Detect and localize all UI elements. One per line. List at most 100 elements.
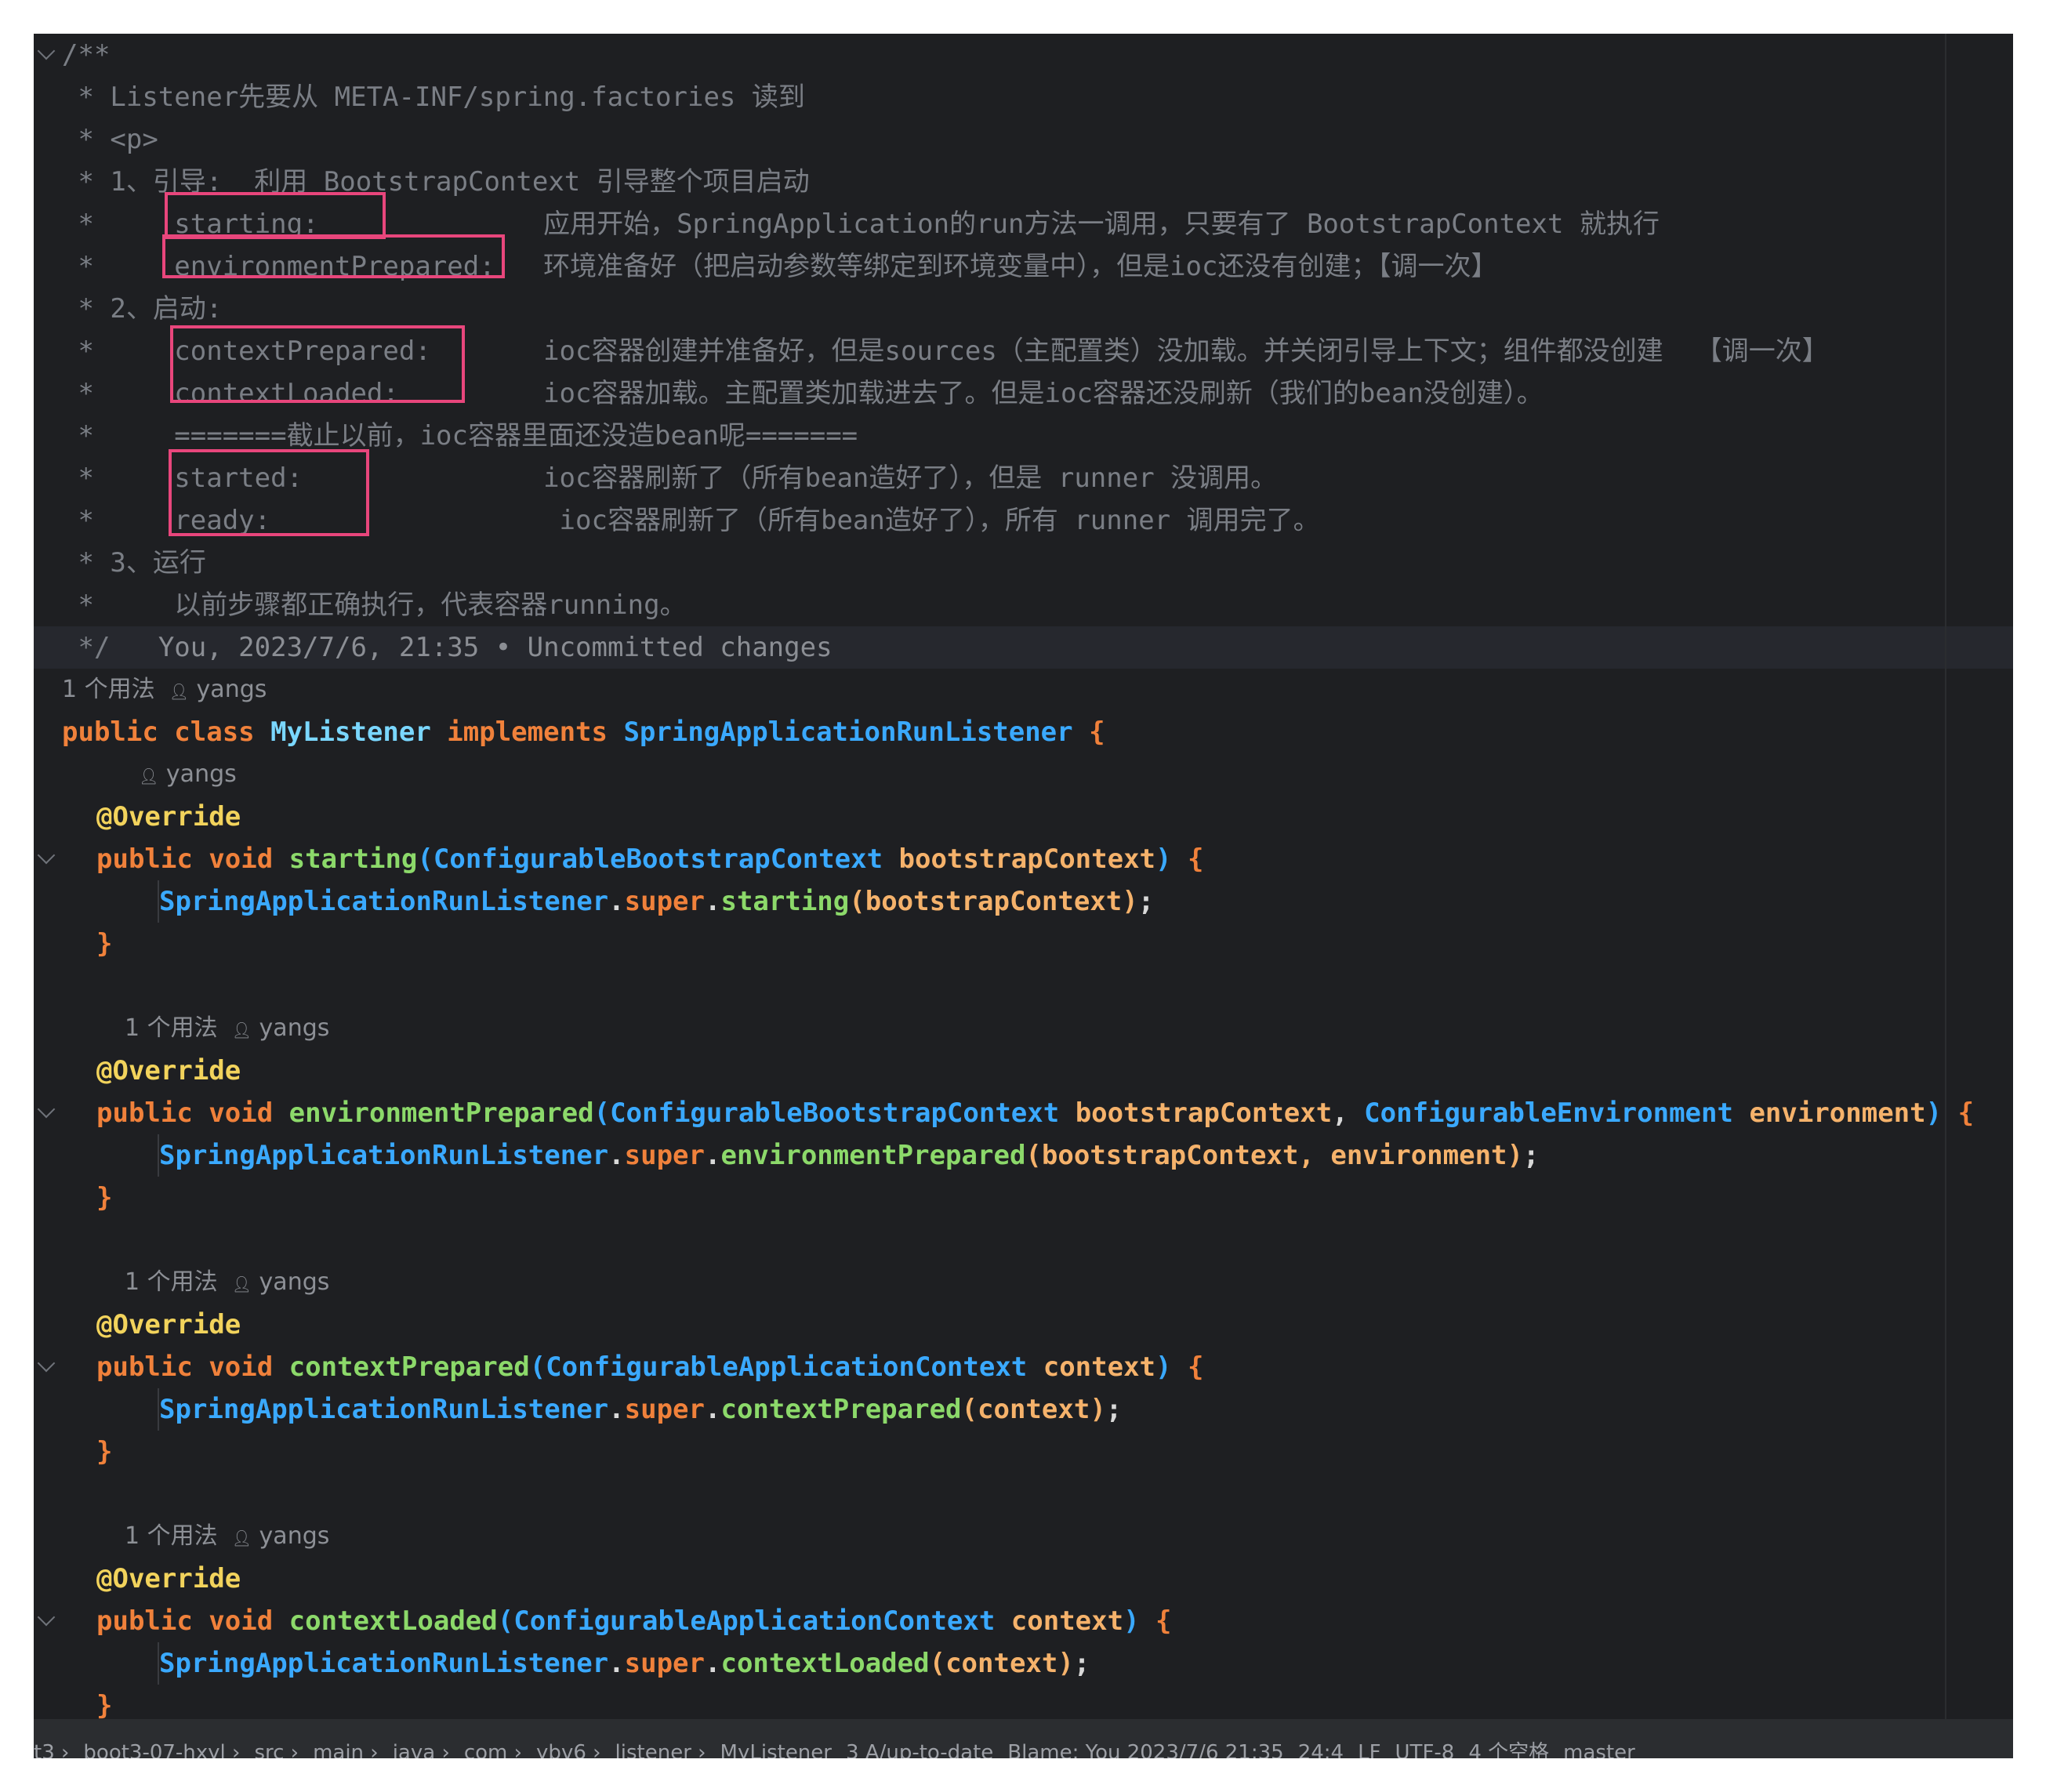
usage-count[interactable]: 1 个用法 xyxy=(125,1268,218,1296)
breadcrumb-item[interactable]: com › xyxy=(464,1741,522,1758)
method-signature-line[interactable]: public void contextLoaded(ConfigurableAp… xyxy=(34,1600,2013,1642)
inline-blame[interactable]: You, 2023/7/6, 21:35 • Uncommitted chang… xyxy=(158,632,833,663)
super-keyword: super xyxy=(624,886,705,917)
method-call: contextLoaded xyxy=(720,1648,930,1679)
status-blame[interactable]: Blame: You 2023/7/6 21:35 xyxy=(1007,1741,1283,1758)
usage-count[interactable]: 1 个用法 xyxy=(62,676,155,703)
usage-count[interactable]: 1 个用法 xyxy=(125,1522,218,1550)
comment-line[interactable]: * <p> xyxy=(34,118,2013,161)
indent-guide xyxy=(158,1388,159,1431)
status-position[interactable]: 24:4 xyxy=(1298,1741,1344,1758)
paren: ) xyxy=(1925,1097,1943,1129)
super-interface: SpringApplicationRunListener xyxy=(159,1394,609,1425)
status-branch[interactable]: master xyxy=(1563,1741,1635,1758)
status-indent[interactable]: 4 个空格 xyxy=(1468,1741,1549,1758)
method-close-line[interactable]: } xyxy=(34,1177,2013,1219)
annotation-line[interactable]: @Override xyxy=(34,1558,2013,1600)
author-hint[interactable]: 👤︎ yangs xyxy=(232,1519,330,1555)
usage-count[interactable]: 1 个用法 xyxy=(125,1014,218,1042)
comment-end-line[interactable]: */ You, 2023/7/6, 21:35 • Uncommitted ch… xyxy=(34,626,2013,669)
method-signature-line[interactable]: public void starting(ConfigurableBootstr… xyxy=(34,838,2013,880)
line-text: @Override xyxy=(96,1558,241,1600)
comment-line[interactable]: * 以前步骤都正确执行，代表容器running。 xyxy=(34,584,2013,626)
comment-line[interactable]: * 3、运行 xyxy=(34,542,2013,584)
paren: ) xyxy=(1122,886,1138,917)
method-name: environmentPrepared xyxy=(288,1097,594,1129)
paren: ( xyxy=(929,1648,946,1679)
annotation: @Override xyxy=(96,1563,241,1594)
highlight-box-environment-prepared xyxy=(162,234,505,278)
comment-line[interactable]: * 2、启动: xyxy=(34,288,2013,330)
paren: ) xyxy=(1123,1605,1140,1637)
breadcrumb-item[interactable]: listener › xyxy=(615,1741,706,1758)
call-args: bootstrapContext, environment xyxy=(1041,1140,1507,1171)
breadcrumb-item[interactable]: MyListener xyxy=(720,1741,832,1758)
highlight-box-started-ready xyxy=(169,449,369,536)
super-keyword: super xyxy=(624,1394,705,1425)
status-vcs[interactable]: 3 A/up-to-date xyxy=(846,1741,993,1758)
method-close-line[interactable]: } xyxy=(34,1431,2013,1473)
super-keyword: super xyxy=(624,1648,705,1679)
method-name: starting xyxy=(288,843,418,875)
method-body-line[interactable]: SpringApplicationRunListener.super.envir… xyxy=(34,1134,2013,1177)
annotation-line[interactable]: @Override xyxy=(34,1304,2013,1346)
author-hint[interactable]: 👤︎ yangs xyxy=(169,673,267,709)
breadcrumb-item[interactable]: ybv6 › xyxy=(536,1741,600,1758)
method-body-line[interactable]: SpringApplicationRunListener.super.start… xyxy=(34,880,2013,923)
method-body-line[interactable]: SpringApplicationRunListener.super.conte… xyxy=(34,1388,2013,1431)
comment-line[interactable]: /** xyxy=(34,34,2013,76)
author-hint[interactable]: 👤︎ yangs xyxy=(232,1011,330,1047)
param-type: ConfigurableApplicationContext xyxy=(513,1605,1011,1637)
line-text: SpringApplicationRunListener.super.envir… xyxy=(159,1134,1540,1177)
breadcrumb-item[interactable]: boot3-07-hxyl › xyxy=(83,1741,240,1758)
annotation: @Override xyxy=(96,801,241,833)
super-interface: SpringApplicationRunListener xyxy=(159,1648,609,1679)
line-text: SpringApplicationRunListener.super.conte… xyxy=(159,1388,1122,1431)
status-line-ending[interactable]: LF xyxy=(1358,1741,1380,1758)
comment-text: * 以前步骤都正确执行，代表容器running。 xyxy=(62,589,687,621)
breadcrumb-item[interactable]: java › xyxy=(393,1741,450,1758)
call-args: context xyxy=(978,1394,1090,1425)
super-interface: SpringApplicationRunListener xyxy=(159,886,609,917)
status-encoding[interactable]: UTF-8 xyxy=(1395,1741,1455,1758)
line-text: SpringApplicationRunListener.super.start… xyxy=(159,880,1154,923)
comment-text: * <p> xyxy=(62,124,158,155)
author-hint[interactable]: 👤︎ yangs xyxy=(139,757,237,793)
author-name: yangs xyxy=(252,1268,330,1296)
author-name: yangs xyxy=(158,760,237,788)
super-keyword: super xyxy=(624,1140,705,1171)
method-signature-line[interactable]: public void contextPrepared(Configurable… xyxy=(34,1346,2013,1388)
paren: ( xyxy=(593,1097,611,1129)
line-text: /** xyxy=(62,34,110,76)
annotation-line[interactable]: @Override xyxy=(34,796,2013,838)
dot: . xyxy=(705,1140,721,1171)
closing-brace: } xyxy=(96,1182,113,1213)
line-text: public void contextPrepared(Configurable… xyxy=(96,1346,1203,1388)
line-text: public void contextLoaded(ConfigurableAp… xyxy=(96,1600,1172,1642)
super-interface: SpringApplicationRunListener xyxy=(159,1140,609,1171)
keyword: implements xyxy=(430,716,624,748)
method-body-line[interactable]: SpringApplicationRunListener.super.conte… xyxy=(34,1642,2013,1685)
annotation-line[interactable]: @Override xyxy=(34,1050,2013,1092)
method-close-line[interactable]: } xyxy=(34,923,2013,965)
method-signature-line[interactable]: public void environmentPrepared(Configur… xyxy=(34,1092,2013,1134)
keyword: public class xyxy=(62,716,271,748)
class-usage-hint: 1 个用法 👤︎ yangs xyxy=(62,673,267,707)
status-bar: t3 › boot3-07-hxyl › src › main › java › com … xyxy=(34,1719,2013,1758)
param-type: ConfigurableBootstrapContext xyxy=(610,1097,1076,1129)
dot: . xyxy=(608,1140,625,1171)
paren: ) xyxy=(1057,1648,1074,1679)
breadcrumb-item[interactable]: src › xyxy=(254,1741,299,1758)
breadcrumb-item[interactable]: t3 › xyxy=(34,1741,69,1758)
author-hint[interactable]: 👤︎ yangs xyxy=(232,1265,330,1301)
code-editor[interactable]: /** * Listener先要从 META-INF/spring.factor… xyxy=(34,34,2013,1721)
semicolon: ; xyxy=(1105,1394,1123,1425)
class-declaration-line[interactable]: public class MyListener implements Sprin… xyxy=(34,711,2013,753)
person-icon: 👤︎ xyxy=(231,1275,252,1293)
comment-line[interactable]: * Listener先要从 META-INF/spring.factories … xyxy=(34,76,2013,118)
brace: { xyxy=(1171,843,1204,875)
breadcrumb-item[interactable]: main › xyxy=(313,1741,379,1758)
call-args: context xyxy=(945,1648,1058,1679)
param-name: context xyxy=(1010,1605,1124,1637)
indent-guide xyxy=(158,1642,159,1685)
